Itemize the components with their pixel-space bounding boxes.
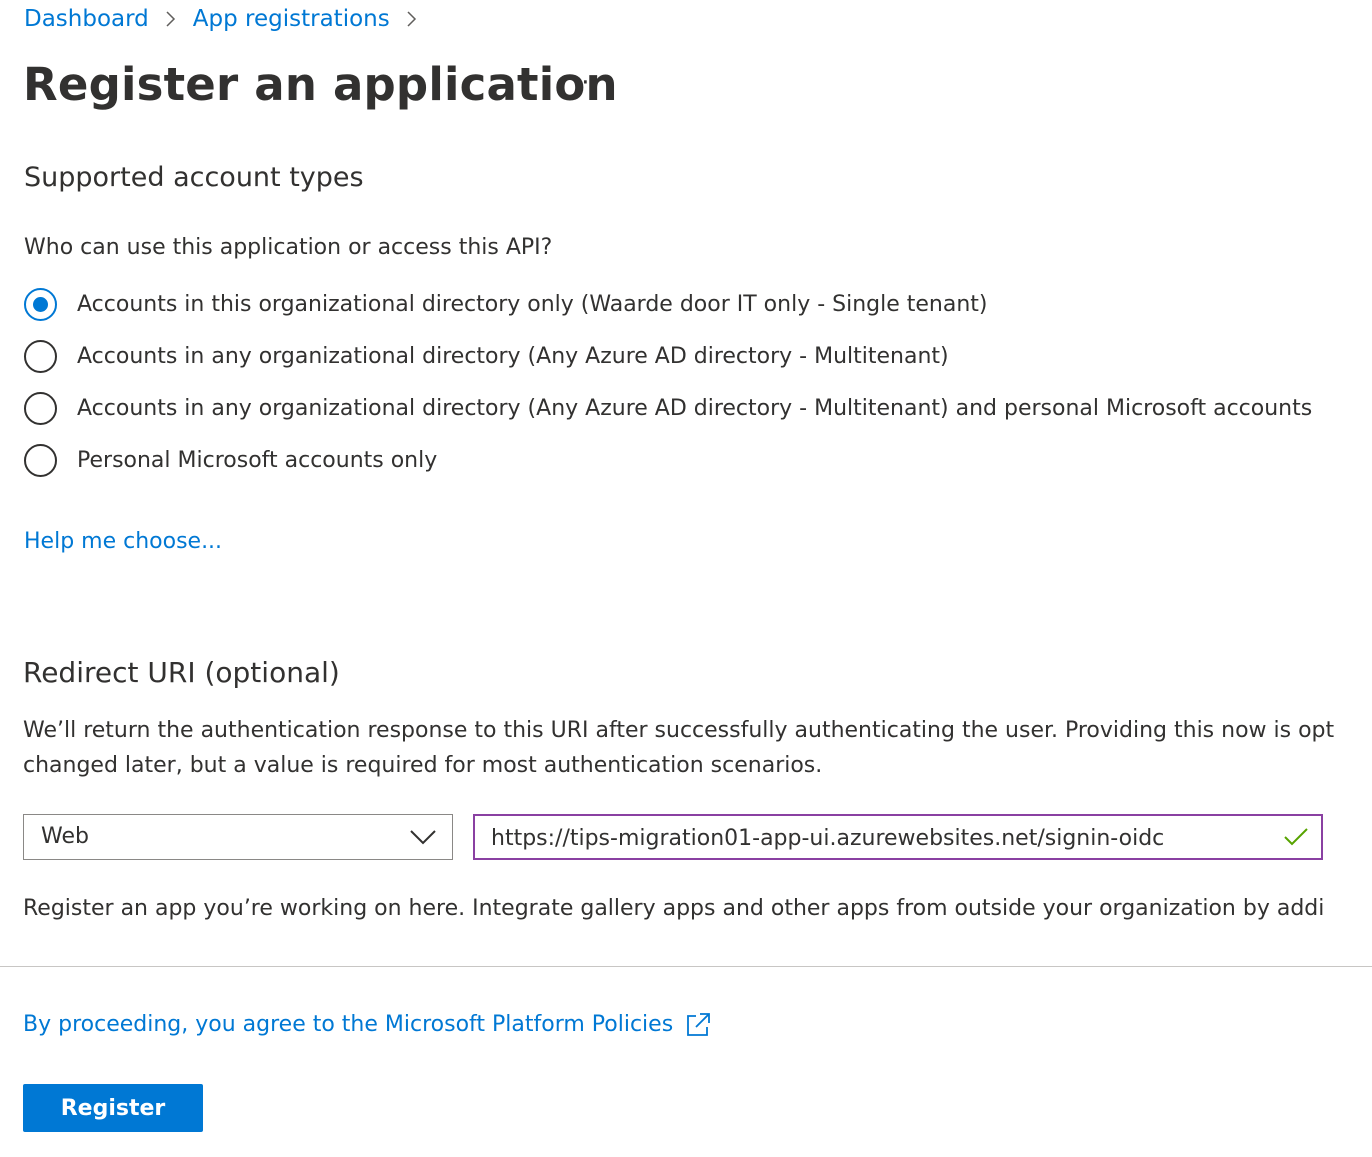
redirect-description-line2: changed later, but a value is required f… (23, 753, 823, 778)
breadcrumb-app-registrations[interactable]: App registrations (193, 6, 390, 32)
register-button[interactable]: Register (23, 1084, 203, 1132)
radio-option-label: Accounts in this organizational director… (77, 292, 988, 317)
radio-option-single-tenant[interactable]: Accounts in this organizational director… (24, 288, 988, 321)
radio-option-multitenant[interactable]: Accounts in any organizational directory… (24, 340, 949, 373)
more-options-button[interactable]: ··· (572, 68, 600, 98)
radio-option-label: Accounts in any organizational directory… (77, 396, 1313, 421)
breadcrumb: Dashboard App registrations (24, 6, 434, 32)
chevron-right-icon (165, 11, 177, 27)
check-icon (1284, 828, 1308, 846)
redirect-uri-input[interactable] (491, 823, 1251, 853)
radio-button[interactable] (24, 444, 57, 477)
redirect-uri-heading: Redirect URI (optional) (23, 656, 340, 689)
radio-option-label: Accounts in any organizational directory… (77, 344, 949, 369)
chevron-right-icon (406, 11, 418, 27)
footer-divider (0, 966, 1372, 967)
platform-policies-link[interactable]: By proceeding, you agree to the Microsof… (23, 1012, 673, 1037)
external-link-icon[interactable] (685, 1011, 712, 1038)
radio-option-multitenant-personal[interactable]: Accounts in any organizational directory… (24, 392, 1312, 425)
chevron-down-icon (410, 830, 436, 845)
platform-select-value: Web (41, 824, 89, 849)
redirect-uri-field[interactable] (473, 814, 1323, 860)
radio-button[interactable] (24, 392, 57, 425)
radio-button-checked[interactable] (24, 288, 57, 321)
page-title: Register an application (23, 58, 618, 111)
radio-option-personal-only[interactable]: Personal Microsoft accounts only (24, 444, 437, 477)
account-types-question: Who can use this application or access t… (24, 235, 553, 260)
redirect-description-line1: We’ll return the authentication response… (23, 718, 1335, 743)
help-me-choose-link[interactable]: Help me choose... (24, 529, 222, 554)
policy-row: By proceeding, you agree to the Microsof… (23, 1011, 712, 1038)
radio-button[interactable] (24, 340, 57, 373)
breadcrumb-dashboard[interactable]: Dashboard (24, 6, 149, 32)
register-info-text: Register an app you’re working on here. … (23, 896, 1325, 921)
account-types-heading: Supported account types (24, 162, 364, 193)
radio-option-label: Personal Microsoft accounts only (77, 448, 438, 473)
platform-select[interactable]: Web (23, 814, 453, 860)
